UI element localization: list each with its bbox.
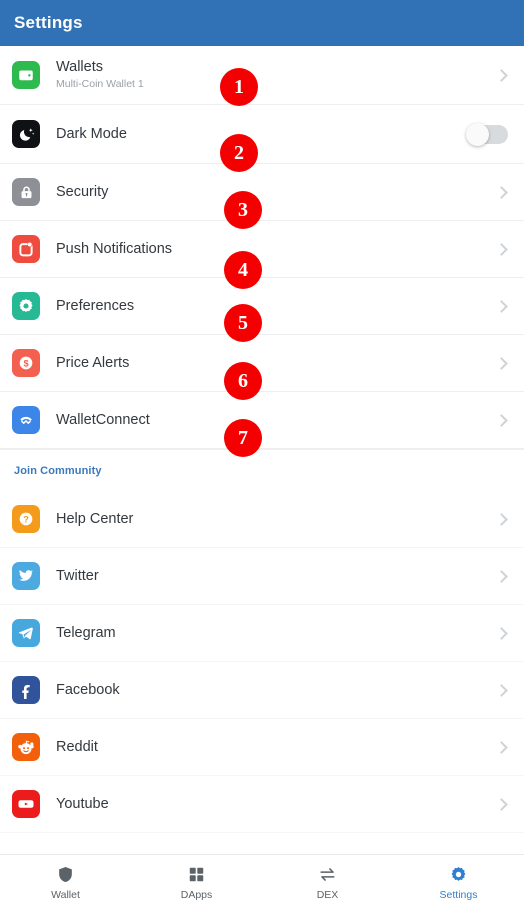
swap-arrows-icon (317, 865, 338, 884)
settings-row-preferences[interactable]: Preferences (0, 278, 524, 335)
nav-label: DEX (316, 889, 339, 901)
chevron-right-icon (495, 740, 508, 754)
reddit-icon (12, 733, 40, 761)
community-row-reddit[interactable]: Reddit (0, 719, 524, 776)
chevron-right-icon (495, 569, 508, 583)
chevron-right-icon (495, 299, 508, 313)
community-list: ? Help Center Twitter Telegram Facebook … (0, 491, 524, 833)
svg-text:$: $ (23, 359, 28, 369)
chevron-right-icon (495, 185, 508, 199)
chevron-right-icon (495, 413, 508, 427)
community-row-label: Youtube (56, 795, 109, 812)
moon-icon (12, 120, 40, 148)
nav-item-dex[interactable]: DEX (262, 865, 393, 901)
nav-label: Wallet (51, 889, 80, 901)
community-row-twitter[interactable]: Twitter (0, 548, 524, 605)
settings-screen: Settings Wallets Multi-Coin Wallet 1 Dar… (0, 0, 524, 911)
telegram-icon (12, 619, 40, 647)
toggle-knob (466, 122, 489, 146)
bottom-navigation: Wallet DApps DEX Settings (0, 854, 524, 911)
question-icon: ? (12, 505, 40, 533)
app-header: Settings (0, 0, 524, 46)
settings-row-label: Preferences (56, 297, 135, 314)
chevron-right-icon (495, 512, 508, 526)
walletconnect-icon (12, 406, 40, 434)
shield-icon (56, 865, 75, 884)
grid-icon (187, 865, 206, 884)
dollar-circle-icon: $ (12, 349, 40, 377)
lock-icon (12, 178, 40, 206)
settings-row-label: Dark Mode (56, 125, 127, 142)
settings-row-label: Price Alerts (56, 354, 130, 371)
gear-icon (12, 292, 40, 320)
settings-row-push-notifications[interactable]: Push Notifications (0, 221, 524, 278)
settings-row-security[interactable]: Security (0, 164, 524, 221)
settings-row-walletconnect[interactable]: WalletConnect (0, 392, 524, 449)
settings-row-label: Security (56, 183, 109, 200)
community-row-youtube[interactable]: Youtube (0, 776, 524, 833)
wallet-icon (12, 61, 40, 89)
settings-row-wallets[interactable]: Wallets Multi-Coin Wallet 1 (0, 46, 524, 105)
community-row-label: Facebook (56, 681, 120, 698)
dark-mode-toggle[interactable] (466, 122, 508, 146)
chevron-right-icon (495, 356, 508, 370)
youtube-icon (12, 790, 40, 818)
chevron-right-icon (495, 797, 508, 811)
community-row-facebook[interactable]: Facebook (0, 662, 524, 719)
community-row-help-center[interactable]: ? Help Center (0, 491, 524, 548)
community-row-label: Reddit (56, 738, 98, 755)
bell-square-icon (12, 235, 40, 263)
settings-row-label: Push Notifications (56, 240, 173, 257)
section-title: Join Community (14, 464, 102, 477)
nav-item-settings[interactable]: Settings (393, 865, 524, 901)
community-row-label: Telegram (56, 624, 116, 641)
twitter-icon (12, 562, 40, 590)
chevron-right-icon (495, 242, 508, 256)
nav-item-dapps[interactable]: DApps (131, 865, 262, 901)
settings-row-price-alerts[interactable]: $ Price Alerts (0, 335, 524, 392)
community-row-label: Twitter (56, 567, 99, 584)
nav-label: DApps (180, 889, 213, 901)
settings-row-sublabel: Multi-Coin Wallet 1 (56, 78, 144, 90)
nav-label: Settings (439, 889, 478, 901)
community-row-label: Help Center (56, 510, 134, 527)
settings-row-label: Wallets (56, 59, 103, 75)
page-title: Settings (14, 13, 83, 32)
chevron-right-icon (495, 626, 508, 640)
settings-row-dark-mode[interactable]: Dark Mode (0, 105, 524, 164)
settings-row-label: WalletConnect (56, 411, 150, 428)
section-header-join-community: Join Community (0, 449, 524, 491)
gear-icon (449, 865, 468, 884)
nav-item-wallet[interactable]: Wallet (0, 865, 131, 901)
community-row-telegram[interactable]: Telegram (0, 605, 524, 662)
svg-text:?: ? (23, 515, 29, 525)
chevron-right-icon (495, 683, 508, 697)
facebook-icon (12, 676, 40, 704)
chevron-right-icon (495, 68, 508, 82)
settings-list: Wallets Multi-Coin Wallet 1 Dark Mode Se… (0, 46, 524, 449)
